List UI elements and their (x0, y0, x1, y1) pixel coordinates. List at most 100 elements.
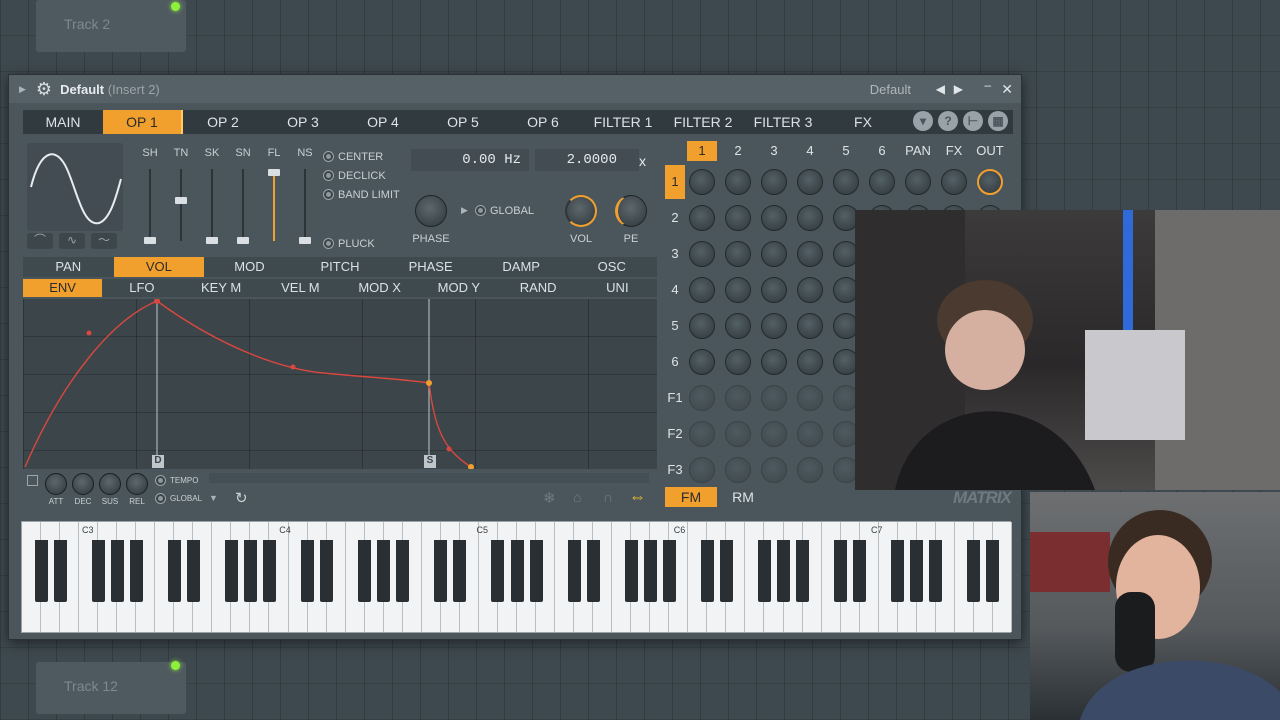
matrix-row-f3[interactable]: F3 (665, 453, 685, 487)
black-key[interactable] (967, 540, 981, 602)
black-key[interactable] (758, 540, 771, 602)
matrix-col-fx[interactable]: FX (939, 141, 969, 161)
slider-track-sn[interactable] (242, 169, 244, 241)
preset-name[interactable]: Default (870, 82, 911, 97)
tab-fx[interactable]: FX (823, 110, 903, 134)
option-pluck[interactable]: PLUCK (323, 234, 400, 253)
matrix-knob[interactable] (725, 205, 751, 231)
menu-arrow-icon[interactable]: ▶ (19, 84, 26, 95)
decay-marker[interactable]: D (152, 455, 164, 468)
minimize-icon[interactable]: – (984, 78, 991, 92)
slider-track-fl[interactable] (273, 169, 275, 241)
black-key[interactable] (491, 540, 505, 602)
slider-handle-fl[interactable] (268, 169, 280, 176)
matrix-knob[interactable] (869, 169, 895, 195)
matrix-knob[interactable] (725, 349, 751, 375)
black-key[interactable] (320, 540, 334, 602)
matrix-knob[interactable] (761, 205, 787, 231)
tab-main[interactable]: MAIN (23, 110, 103, 134)
slider-handle-sk[interactable] (206, 237, 218, 244)
matrix-knob[interactable] (761, 457, 787, 483)
track-led[interactable] (171, 661, 180, 670)
env-tab-lfo[interactable]: LFO (102, 279, 181, 297)
matrix-col-2[interactable]: 2 (723, 141, 753, 161)
slider-handle-sh[interactable] (144, 237, 156, 244)
mod-tab-phase[interactable]: PHASE (385, 257, 476, 277)
tab-op6[interactable]: OP 6 (503, 110, 583, 134)
close-icon[interactable]: ✕ (1001, 81, 1013, 98)
slider-handle-ns[interactable] (299, 237, 311, 244)
black-key[interactable] (643, 540, 657, 602)
black-key[interactable] (719, 540, 733, 602)
phase-knob[interactable] (415, 195, 447, 227)
matrix-col-5[interactable]: 5 (831, 141, 861, 161)
black-key[interactable] (91, 540, 105, 602)
slider-track-sh[interactable] (149, 169, 151, 241)
matrix-knob[interactable] (797, 169, 823, 195)
tab-filter1[interactable]: FILTER 1 (583, 110, 663, 134)
mode-rm[interactable]: RM (717, 487, 769, 507)
matrix-col-out[interactable]: OUT (975, 141, 1005, 161)
matrix-knob[interactable] (761, 241, 787, 267)
env-tab-mody[interactable]: MOD Y (419, 279, 498, 297)
matrix-knob[interactable] (797, 205, 823, 231)
black-key[interactable] (243, 540, 257, 602)
matrix-row-6[interactable]: 6 (665, 345, 685, 379)
black-key[interactable] (853, 540, 867, 602)
black-key[interactable] (224, 540, 238, 602)
black-key[interactable] (167, 540, 181, 602)
reset-icon[interactable]: ↻ (235, 489, 248, 507)
frequency-field[interactable]: 0.00 Hz (411, 149, 529, 171)
option-declick[interactable]: DECLICK (323, 166, 400, 185)
shape-smooth-icon[interactable]: 〜 (91, 233, 117, 249)
matrix-col-1[interactable]: 1 (687, 141, 717, 161)
matrix-knob[interactable] (689, 385, 715, 411)
slider-track-ns[interactable] (304, 169, 306, 241)
tab-icon-3[interactable]: ▦ (988, 111, 1008, 131)
mod-tab-osc[interactable]: OSC (566, 257, 657, 277)
matrix-knob[interactable] (797, 385, 823, 411)
mod-tab-mod[interactable]: MOD (204, 257, 295, 277)
matrix-col-4[interactable]: 4 (795, 141, 825, 161)
black-key[interactable] (301, 540, 315, 602)
envelope-editor[interactable]: D S (23, 298, 657, 470)
matrix-knob[interactable] (725, 457, 751, 483)
matrix-knob[interactable] (689, 313, 715, 339)
black-key[interactable] (510, 540, 524, 602)
waveform-preview[interactable] (27, 143, 123, 231)
magnet-icon[interactable]: ∩ (603, 489, 613, 505)
tab-icon-1[interactable]: ? (938, 111, 958, 131)
preset-prev-icon[interactable]: ◀ (936, 82, 945, 96)
matrix-knob[interactable] (797, 277, 823, 303)
env-tab-modx[interactable]: MOD X (340, 279, 419, 297)
tab-op5[interactable]: OP 5 (423, 110, 503, 134)
option-env-global[interactable]: GLOBAL (155, 489, 202, 508)
matrix-col-6[interactable]: 6 (867, 141, 897, 161)
sustain-knob[interactable] (99, 473, 121, 495)
black-key[interactable] (891, 540, 905, 602)
slider-handle-tn[interactable] (175, 197, 187, 204)
matrix-knob[interactable] (797, 349, 823, 375)
tag-icon[interactable]: ⌂ (573, 489, 581, 505)
matrix-knob[interactable] (761, 385, 787, 411)
slider-track-tn[interactable] (180, 169, 182, 241)
matrix-knob[interactable] (797, 241, 823, 267)
slider-handle-sn[interactable] (237, 237, 249, 244)
black-key[interactable] (777, 540, 791, 602)
black-key[interactable] (434, 540, 448, 602)
envelope-toggle[interactable] (27, 475, 38, 486)
black-key[interactable] (396, 540, 410, 602)
matrix-knob[interactable] (725, 421, 751, 447)
matrix-knob[interactable] (977, 169, 1003, 195)
matrix-knob[interactable] (905, 169, 931, 195)
matrix-col-3[interactable]: 3 (759, 141, 789, 161)
matrix-row-5[interactable]: 5 (665, 309, 685, 343)
black-key[interactable] (263, 540, 276, 602)
env-tab-env[interactable]: ENV (23, 279, 103, 297)
matrix-knob[interactable] (761, 421, 787, 447)
matrix-knob[interactable] (797, 421, 823, 447)
track-header-2[interactable]: Track 2 (36, 0, 186, 52)
matrix-knob[interactable] (761, 277, 787, 303)
mod-tab-pitch[interactable]: PITCH (295, 257, 386, 277)
matrix-knob[interactable] (725, 169, 751, 195)
